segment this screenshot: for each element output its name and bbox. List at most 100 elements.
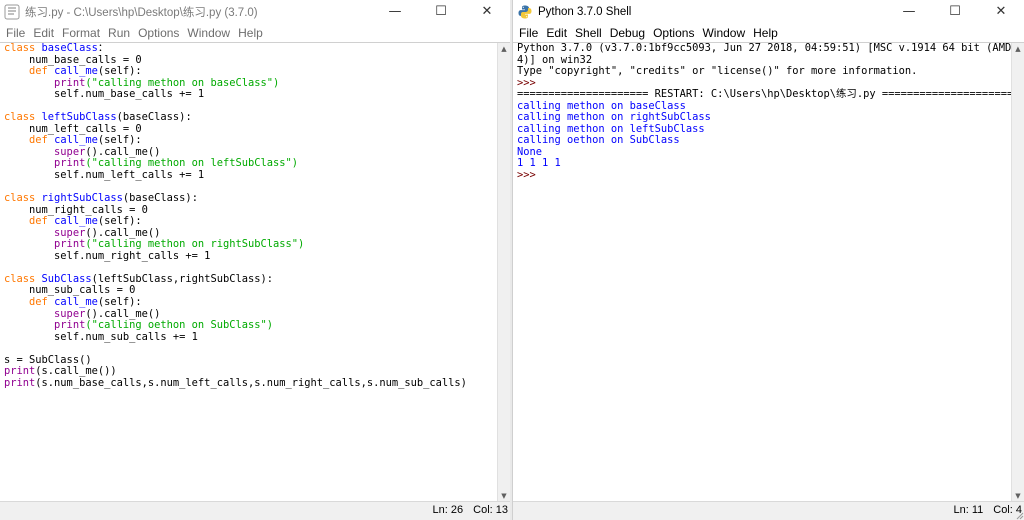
code-token: SubClass (41, 272, 92, 285)
shell-titlebar[interactable]: Python 3.7.0 Shell — ☐ ✕ (513, 0, 1024, 23)
shell-output-area[interactable]: Python 3.7.0 (v3.7.0:1bf9cc5093, Jun 27 … (513, 43, 1012, 502)
code-token: ().call_me() (85, 226, 161, 239)
shell-vertical-scrollbar[interactable]: ▲ ▼ (1011, 43, 1024, 502)
code-token: baseClass (41, 43, 98, 54)
code-token: leftSubClass (41, 111, 117, 124)
menu-window[interactable]: Window (183, 26, 234, 40)
maximize-button[interactable]: ☐ (418, 0, 464, 23)
code-token: (leftSubClass,rightSubClass): (91, 272, 274, 285)
code-token: call_me (54, 215, 98, 228)
shell-line: Type "copyright", "credits" or "license(… (517, 65, 1012, 78)
code-token: calling oethon on SubClass (517, 134, 680, 147)
menu-edit[interactable]: Edit (29, 26, 58, 40)
code-token: ("calling methon on rightSubClass") (85, 238, 305, 251)
minimize-button[interactable]: — (886, 0, 932, 23)
code-token: def (29, 296, 55, 309)
editor-menubar: File Edit Format Run Options Window Help (0, 23, 510, 43)
close-button[interactable]: ✕ (978, 0, 1024, 23)
code-token: calling methon on rightSubClass (517, 111, 711, 124)
shell-window: Python 3.7.0 Shell — ☐ ✕ File Edit Shell… (512, 0, 1024, 520)
shell-transcript[interactable]: Python 3.7.0 (v3.7.0:1bf9cc5093, Jun 27 … (513, 43, 1012, 182)
resize-grip-icon[interactable] (1014, 510, 1024, 520)
code-token: self.num_left_calls += 1 (4, 169, 205, 182)
code-line: print(s.num_base_calls,s.num_left_calls,… (4, 376, 498, 390)
code-token: num_base_calls = 0 (4, 53, 142, 66)
code-line: self.num_sub_calls += 1 (4, 330, 498, 344)
code-token: (self): (97, 134, 142, 147)
code-token: super (54, 226, 86, 239)
menu-file[interactable]: File (515, 26, 542, 40)
python-logo-icon (518, 5, 532, 18)
code-token: num_left_calls = 0 (4, 122, 142, 135)
code-token: ().call_me() (85, 307, 161, 320)
shell-line: calling oethon on SubClass (517, 135, 1012, 147)
code-token: (s.num_base_calls,s.num_left_calls,s.num… (35, 376, 467, 389)
code-token: print (54, 319, 86, 332)
code-token: print (54, 238, 86, 251)
menu-options[interactable]: Options (649, 26, 698, 40)
editor-window: 练习.py - C:\Users\hp\Desktop\练习.py (3.7.0… (0, 0, 510, 520)
shell-prompt: >>> (517, 169, 543, 182)
code-token: call_me (54, 296, 98, 309)
minimize-button[interactable]: — (372, 0, 418, 23)
code-line: self.num_base_calls += 1 (4, 88, 498, 101)
code-token: def (29, 215, 55, 228)
code-token: class (4, 192, 42, 205)
code-token: (self): (97, 215, 142, 228)
code-token: print (54, 76, 86, 89)
code-token: num_sub_calls = 0 (4, 284, 136, 297)
code-token: call_me (54, 134, 98, 147)
code-token: ("calling methon on baseClass") (85, 76, 280, 89)
code-token: num_right_calls = 0 (4, 203, 148, 216)
code-editor-area[interactable]: class baseClass： num_base_calls = 0 def … (0, 43, 498, 502)
editor-vertical-scrollbar[interactable]: ▲ ▼ (497, 43, 510, 502)
close-button[interactable]: ✕ (464, 0, 510, 23)
menu-shell[interactable]: Shell (571, 26, 606, 40)
code-token: self.num_right_calls += 1 (4, 249, 211, 262)
scroll-up-arrow-icon[interactable]: ▲ (498, 43, 510, 55)
menu-format[interactable]: Format (58, 26, 104, 40)
code-token: self.num_base_calls += 1 (4, 88, 205, 101)
code-token: (self): (97, 296, 142, 309)
menu-debug[interactable]: Debug (606, 26, 649, 40)
code-line: self.num_right_calls += 1 (4, 249, 498, 263)
code-token: ("calling methon on leftSubClass") (85, 157, 299, 170)
editor-titlebar[interactable]: 练习.py - C:\Users\hp\Desktop\练习.py (3.7.0… (0, 0, 510, 23)
menu-window[interactable]: Window (698, 26, 749, 40)
code-token: self.num_sub_calls += 1 (4, 330, 198, 343)
editor-window-title: 练习.py - C:\Users\hp\Desktop\练习.py (3.7.0… (25, 6, 258, 19)
menu-options[interactable]: Options (134, 26, 183, 40)
line-number-status: Ln: 26 (432, 504, 464, 516)
shell-line: >>> (517, 169, 1012, 182)
shell-prompt: >>> (517, 76, 543, 89)
column-number-status: Col: 13 (473, 504, 508, 516)
code-token: print (4, 365, 36, 378)
menu-edit[interactable]: Edit (542, 26, 571, 40)
code-token: ().call_me() (85, 145, 161, 158)
code-token: class (4, 111, 42, 124)
code-token: calling methon on leftSubClass (517, 122, 705, 135)
code-line: self.num_left_calls += 1 (4, 169, 498, 182)
menu-help[interactable]: Help (749, 26, 782, 40)
source-code[interactable]: class baseClass： num_base_calls = 0 def … (0, 43, 498, 389)
python-idle-icon (4, 4, 20, 19)
menu-help[interactable]: Help (234, 26, 267, 40)
shell-line: None (517, 145, 1012, 159)
menu-file[interactable]: File (2, 26, 29, 40)
code-token: def (29, 134, 55, 147)
code-token: None (517, 145, 543, 158)
shell-line: 1 1 1 1 (517, 158, 1012, 170)
menu-run[interactable]: Run (104, 26, 134, 40)
code-token: print (54, 157, 86, 170)
maximize-button[interactable]: ☐ (932, 0, 978, 23)
scroll-up-arrow-icon[interactable]: ▲ (1012, 43, 1024, 55)
